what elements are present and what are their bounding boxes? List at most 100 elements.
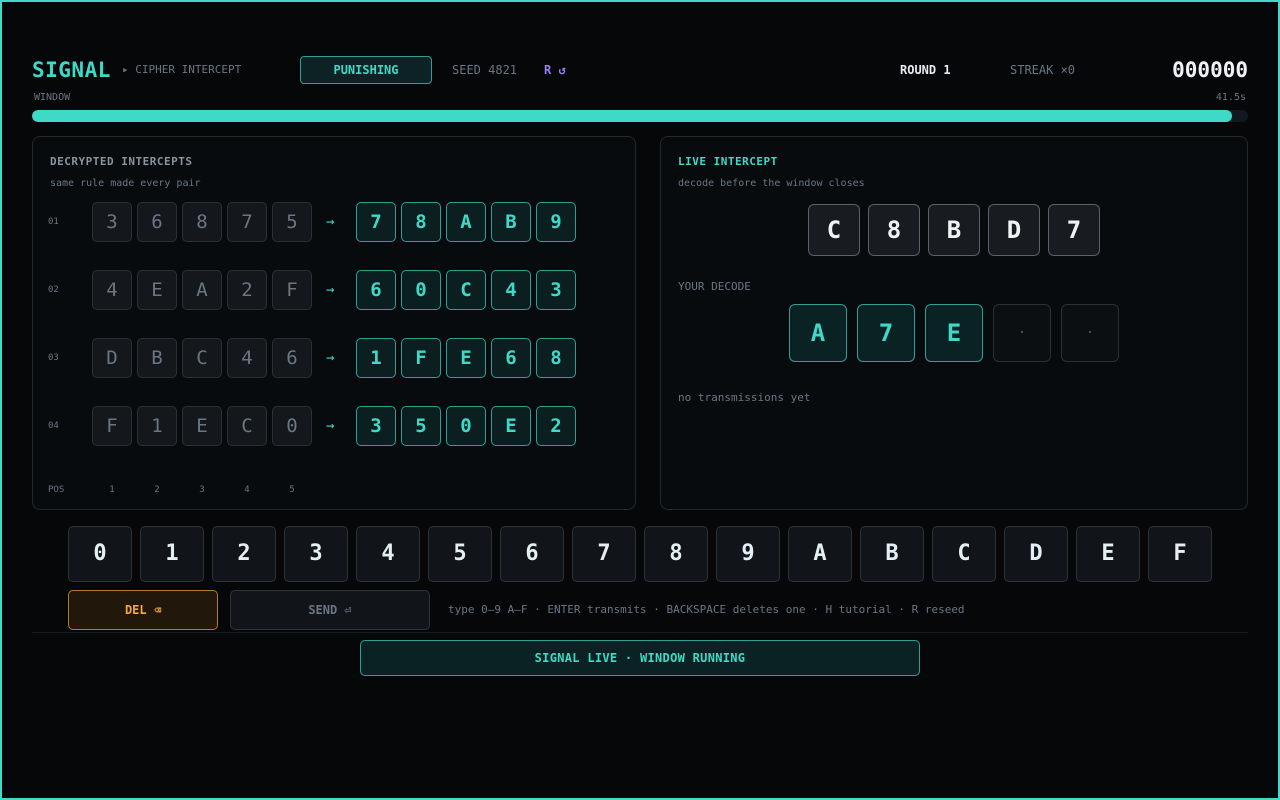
plain-digit-cell: F xyxy=(272,270,312,310)
score-display: 000000 xyxy=(1172,58,1248,82)
delete-button[interactable]: DEL ⌫ xyxy=(68,590,218,630)
intercepts-title: DECRYPTED INTERCEPTS xyxy=(50,155,193,168)
keypad-key-7[interactable]: 7 xyxy=(572,526,636,582)
mapping-arrow-icon: → xyxy=(326,350,335,366)
app-logo: SIGNAL xyxy=(32,58,111,82)
cipher-digit-cell: 0 xyxy=(401,270,441,310)
cipher-digit-cell: 7 xyxy=(356,202,396,242)
keypad-key-4[interactable]: 4 xyxy=(356,526,420,582)
cipher-digit-cell: A xyxy=(446,202,486,242)
decode-slot[interactable]: 7 xyxy=(857,304,915,362)
intercept-row-number: 01 xyxy=(48,217,59,227)
live-subtitle: decode before the window closes xyxy=(678,178,865,189)
status-banner: SIGNAL LIVE · WINDOW RUNNING xyxy=(360,640,920,676)
cipher-digit-cell: 3 xyxy=(356,406,396,446)
keypad-key-6[interactable]: 6 xyxy=(500,526,564,582)
plain-digit-cell: 4 xyxy=(227,338,267,378)
position-number: 3 xyxy=(199,485,205,495)
round-label: ROUND 1 xyxy=(900,63,951,77)
plain-digit-cell: 7 xyxy=(227,202,267,242)
mapping-arrow-icon: → xyxy=(326,214,335,230)
header: SIGNAL ▸ CIPHER INTERCEPT PUNISHING SEED… xyxy=(32,56,1248,84)
seed-label: SEED 4821 xyxy=(452,63,518,77)
decode-slot[interactable]: · xyxy=(1061,304,1119,362)
keypad-key-c[interactable]: C xyxy=(932,526,996,582)
intercept-row: 03 D B C 4 6 → 1 F E 6 8 xyxy=(33,338,633,378)
cipher-digit-cell: 8 xyxy=(401,202,441,242)
keyboard-hint: type 0–9 A–F · ENTER transmits · BACKSPA… xyxy=(448,603,965,616)
plain-digit-cell: A xyxy=(182,270,222,310)
keypad-key-2[interactable]: 2 xyxy=(212,526,276,582)
window-timer-fill xyxy=(32,110,1233,122)
keypad-key-b[interactable]: B xyxy=(860,526,924,582)
live-cipher-cell: D xyxy=(988,204,1040,256)
cipher-digit-cell: 3 xyxy=(536,270,576,310)
keypad-key-5[interactable]: 5 xyxy=(428,526,492,582)
intercept-row-number: 02 xyxy=(48,285,59,295)
divider xyxy=(32,632,1248,633)
keypad-key-0[interactable]: 0 xyxy=(68,526,132,582)
live-cipher-cell: B xyxy=(928,204,980,256)
intercept-row: 01 3 6 8 7 5 → 7 8 A B 9 xyxy=(33,202,633,242)
position-number: 1 xyxy=(109,485,115,495)
window-label: WINDOW xyxy=(34,92,71,103)
plain-digit-cell: D xyxy=(92,338,132,378)
decrypted-intercepts-panel: DECRYPTED INTERCEPTS same rule made ever… xyxy=(32,136,636,510)
decode-slot[interactable]: · xyxy=(993,304,1051,362)
decode-slot[interactable]: A xyxy=(789,304,847,362)
cipher-digit-cell: 1 xyxy=(356,338,396,378)
cipher-digit-cell: B xyxy=(491,202,531,242)
keypad-key-a[interactable]: A xyxy=(788,526,852,582)
cipher-digit-cell: 5 xyxy=(401,406,441,446)
plain-digit-cell: B xyxy=(137,338,177,378)
app-subtitle: ▸ CIPHER INTERCEPT xyxy=(122,63,242,76)
plain-digit-cell: 6 xyxy=(137,202,177,242)
mapping-arrow-icon: → xyxy=(326,282,335,298)
cipher-digit-cell: E xyxy=(491,406,531,446)
decode-slot[interactable]: E xyxy=(925,304,983,362)
difficulty-mode-button[interactable]: PUNISHING xyxy=(300,56,432,84)
cipher-digit-cell: 6 xyxy=(356,270,396,310)
plain-digit-cell: 1 xyxy=(137,406,177,446)
plain-digit-cell: C xyxy=(227,406,267,446)
plain-digit-cell: C xyxy=(182,338,222,378)
cipher-digit-cell: 6 xyxy=(491,338,531,378)
keypad-key-8[interactable]: 8 xyxy=(644,526,708,582)
keypad-key-e[interactable]: E xyxy=(1076,526,1140,582)
plain-digit-cell: 5 xyxy=(272,202,312,242)
intercept-row-number: 03 xyxy=(48,353,59,363)
position-label: POS xyxy=(48,485,65,495)
transmission-history: no transmissions yet xyxy=(678,391,811,404)
cipher-digit-cell: 9 xyxy=(536,202,576,242)
plain-digit-cell: 0 xyxy=(272,406,312,446)
plain-digit-cell: 8 xyxy=(182,202,222,242)
intercept-row-number: 04 xyxy=(48,421,59,431)
plain-digit-cell: 4 xyxy=(92,270,132,310)
keypad-key-d[interactable]: D xyxy=(1004,526,1068,582)
live-intercept-panel: LIVE INTERCEPT decode before the window … xyxy=(660,136,1248,510)
reseed-button[interactable]: R ↺ xyxy=(544,56,566,84)
plain-digit-cell: 3 xyxy=(92,202,132,242)
live-title: LIVE INTERCEPT xyxy=(678,155,778,168)
plain-digit-cell: E xyxy=(182,406,222,446)
position-number: 4 xyxy=(244,485,250,495)
cipher-digit-cell: 8 xyxy=(536,338,576,378)
keypad-key-9[interactable]: 9 xyxy=(716,526,780,582)
keypad-key-f[interactable]: F xyxy=(1148,526,1212,582)
cipher-digit-cell: E xyxy=(446,338,486,378)
keypad-key-3[interactable]: 3 xyxy=(284,526,348,582)
plain-digit-cell: 2 xyxy=(227,270,267,310)
plain-digit-cell: E xyxy=(137,270,177,310)
position-number: 5 xyxy=(289,485,295,495)
cipher-digit-cell: F xyxy=(401,338,441,378)
live-cipher-cell: 8 xyxy=(868,204,920,256)
position-number: 2 xyxy=(154,485,160,495)
decode-label: YOUR DECODE xyxy=(678,280,751,293)
live-cipher-cell: 7 xyxy=(1048,204,1100,256)
live-cipher-cell: C xyxy=(808,204,860,256)
intercept-row: 02 4 E A 2 F → 6 0 C 4 3 xyxy=(33,270,633,310)
send-button[interactable]: SEND ⏎ xyxy=(230,590,430,630)
keypad-key-1[interactable]: 1 xyxy=(140,526,204,582)
plain-digit-cell: 6 xyxy=(272,338,312,378)
window-timer-bar xyxy=(32,110,1248,122)
